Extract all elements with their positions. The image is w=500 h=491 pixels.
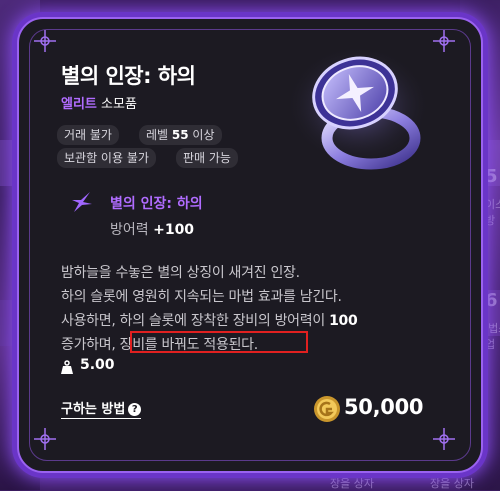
stat-label: 방어력 xyxy=(110,222,149,238)
tag-label: 이상 xyxy=(188,128,215,142)
description-line: 하의 슬롯에 영원히 지속되는 마법 효과를 남긴다. xyxy=(61,289,342,305)
effect-name: 별의 인장: 하의 xyxy=(110,196,203,212)
item-weight: 5.00 xyxy=(80,357,115,373)
tag-level-requirement: 레벨 55 이상 xyxy=(139,125,222,145)
stat-defense: 방어력 +100 xyxy=(110,219,194,239)
background-number: 5 xyxy=(485,166,498,187)
corner-ornament-icon xyxy=(433,428,455,450)
description-line: 사용하면, 하의 슬롯에 장착한 장비의 방어력이 100 xyxy=(61,310,358,330)
description-line: 밤하늘을 수놓은 별의 상징이 새겨진 인장. xyxy=(61,265,300,281)
star-sparkle-icon xyxy=(72,192,92,212)
stat-value: +100 xyxy=(153,222,195,238)
star-seal-ring-icon xyxy=(286,45,430,170)
gold-coin-icon xyxy=(314,396,340,422)
tag-level-value: 55 xyxy=(171,128,189,142)
tag-label: 판매 가능 xyxy=(183,151,231,165)
corner-ornament-icon xyxy=(34,428,56,450)
description-text: 증가하며, xyxy=(61,337,120,353)
background-label: 장을 상자 xyxy=(430,477,474,490)
highlight-box xyxy=(130,331,308,353)
description-value: 100 xyxy=(329,313,358,329)
background-label: 업 xyxy=(485,338,496,351)
tag-no-storage: 보관함 이용 불가 xyxy=(57,148,156,168)
item-grade: 엘리트 소모품 xyxy=(61,93,137,112)
grade-label: 엘리트 xyxy=(61,97,97,112)
tag-label: 보관함 이용 불가 xyxy=(64,151,149,165)
background-label: 장을 상자 xyxy=(330,477,374,490)
corner-ornament-icon xyxy=(34,30,56,52)
corner-ornament-icon xyxy=(433,30,455,52)
tag-sellable: 판매 가능 xyxy=(176,148,238,168)
help-icon: ? xyxy=(128,403,142,416)
background-number: 6 xyxy=(485,290,498,311)
how-to-obtain-link[interactable]: 구하는 방법? xyxy=(61,398,142,419)
item-price: 50,000 xyxy=(344,395,424,419)
weight-value: 5.00 xyxy=(80,357,115,373)
tag-untradable: 거래 불가 xyxy=(57,125,119,145)
tag-label: 거래 불가 xyxy=(64,128,112,142)
description-text: 사용하면, 하의 슬롯에 장착한 장비의 방어력이 xyxy=(61,313,330,329)
background-label: 이스 xyxy=(485,198,500,211)
item-category: 소모품 xyxy=(101,97,137,112)
background-label: 방 xyxy=(485,214,496,227)
tag-label: 레벨 xyxy=(146,128,172,142)
weight-icon xyxy=(61,360,73,374)
item-title: 별의 인장: 하의 xyxy=(61,64,196,88)
how-to-obtain-label: 구하는 방법 xyxy=(61,402,126,417)
